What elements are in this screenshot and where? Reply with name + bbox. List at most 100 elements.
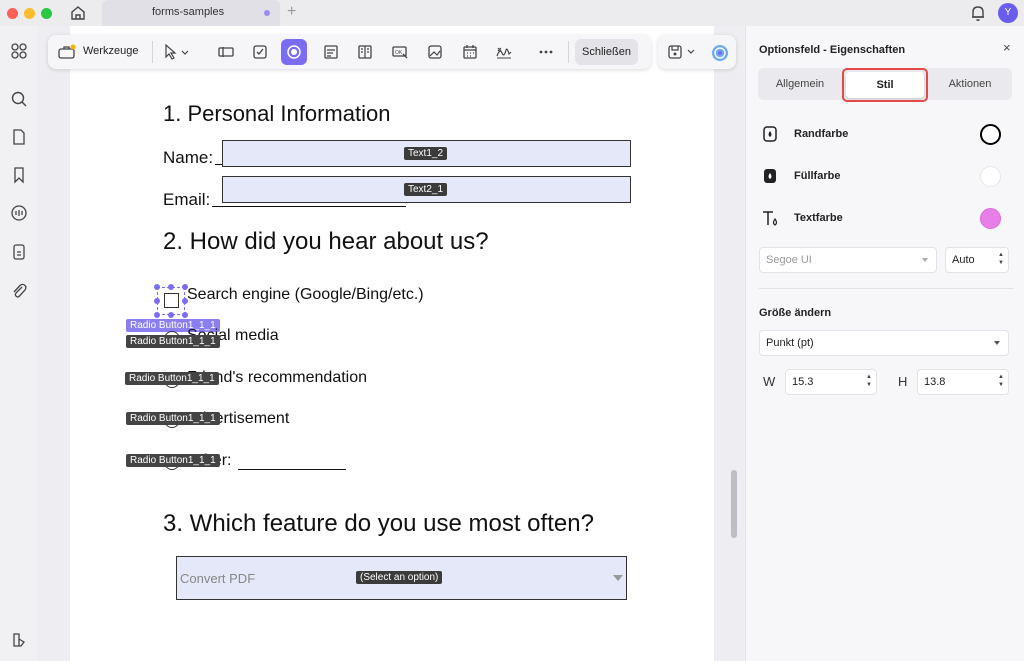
tools-button[interactable]: Werkzeuge [54, 39, 146, 65]
tab-stil[interactable]: Stil [846, 72, 924, 98]
font-size-value: Auto [952, 254, 975, 266]
section1-heading: 1. Personal Information [163, 101, 391, 126]
date-field-tool[interactable] [457, 39, 483, 65]
page-icon[interactable] [9, 127, 29, 147]
image-icon [428, 45, 442, 59]
height-input[interactable]: 13.8 ▲ ▼ [917, 369, 1009, 395]
new-tab-plus-icon[interactable]: + [287, 3, 296, 21]
height-value: 13.8 [924, 376, 946, 388]
bell-icon[interactable] [968, 3, 988, 23]
list-box-tool[interactable] [352, 39, 378, 65]
email-underline [212, 206, 406, 207]
width-input[interactable]: 15.3 ▲ ▼ [785, 369, 877, 395]
section3-heading: 3. Which feature do you use most often? [163, 510, 594, 537]
fill-color-label: Füllfarbe [794, 170, 841, 182]
close-form-editing-button[interactable]: Schließen [575, 39, 638, 65]
fill-color-row: Füllfarbe [759, 165, 1014, 189]
document-scrollbar[interactable] [731, 470, 737, 538]
tools-label: Werkzeuge [83, 45, 139, 57]
unit-value: Punkt (pt) [766, 337, 814, 349]
user-avatar[interactable]: Y [998, 3, 1018, 23]
minimize-window-button[interactable] [24, 8, 35, 19]
signature-tool[interactable] [491, 39, 517, 65]
height-label: H [898, 374, 908, 389]
stepper-arrows-icon[interactable]: ▲ ▼ [998, 251, 1004, 267]
text-field-icon [218, 47, 234, 57]
dropdown-value: Convert PDF [180, 571, 256, 586]
resize-section-label: Größe ändern [759, 307, 832, 319]
other-underline [238, 469, 346, 470]
width-label: W [763, 374, 776, 389]
width-value: 15.3 [792, 376, 814, 388]
ok-button-icon: OK [392, 46, 408, 59]
title-bar: forms-samples + Y [0, 0, 1024, 26]
more-icon [539, 50, 553, 54]
option4-field-tag: Radio Button1_1_1 [126, 412, 220, 425]
email-label: Email: [163, 190, 211, 209]
stepper-arrows-icon[interactable]: ▲ ▼ [998, 373, 1004, 389]
radio-button-icon [287, 45, 301, 59]
resize-handle[interactable] [154, 284, 160, 290]
comment-icon[interactable] [9, 203, 29, 223]
bookmark-icon[interactable] [9, 165, 29, 185]
font-size-stepper[interactable]: Auto ▲ ▼ [945, 247, 1009, 273]
save-icon [668, 45, 695, 59]
text-color-swatch[interactable] [980, 208, 1001, 229]
tab-allgemein[interactable]: Allgemein [758, 68, 842, 100]
border-color-icon [763, 126, 777, 142]
font-name: Segoe UI [766, 254, 812, 266]
resize-handle[interactable] [168, 312, 174, 318]
toolbox-icon [58, 44, 76, 59]
border-color-swatch[interactable] [980, 124, 1001, 145]
chevron-down-icon [922, 258, 928, 262]
panel-divider [759, 288, 1013, 289]
tab-aktionen[interactable]: Aktionen [928, 68, 1012, 100]
email-field-tag: Text2_1 [404, 183, 448, 196]
text-color-icon [763, 211, 778, 226]
search-icon[interactable] [9, 89, 29, 109]
panel-close-icon[interactable]: × [1003, 40, 1011, 55]
resize-handle[interactable] [154, 298, 160, 304]
maximize-window-button[interactable] [41, 8, 52, 19]
home-icon[interactable] [68, 3, 88, 23]
close-window-button[interactable] [7, 8, 18, 19]
select-pointer-button[interactable] [158, 39, 194, 65]
option1-radio-field[interactable] [164, 293, 179, 308]
image-field-tool[interactable] [422, 39, 448, 65]
unit-select[interactable]: Punkt (pt) [759, 330, 1009, 356]
tab-title: forms-samples [152, 6, 225, 18]
secondary-toolbar [658, 35, 736, 69]
fill-color-swatch[interactable] [980, 166, 1001, 187]
pointer-icon [165, 44, 189, 60]
text-field-tool[interactable] [213, 39, 239, 65]
button-tool[interactable]: OK [387, 39, 413, 65]
form-fields-icon[interactable] [9, 242, 29, 262]
save-menu-button[interactable] [662, 39, 702, 65]
stepper-arrows-icon[interactable]: ▲ ▼ [866, 373, 872, 389]
font-select[interactable]: Segoe UI [759, 247, 937, 273]
checkbox-tool[interactable] [247, 39, 273, 65]
fill-color-icon [764, 169, 776, 183]
ai-assistant-icon [712, 45, 728, 61]
option1-label: Search engine (Google/Bing/etc.) [187, 286, 424, 303]
resize-handle[interactable] [154, 312, 160, 318]
more-options-button[interactable] [533, 39, 559, 65]
document-tab[interactable]: forms-samples [102, 0, 280, 26]
panel-title: Optionsfeld - Eigenschaften [759, 44, 906, 56]
section2-heading: 2. How did you hear about us? [163, 228, 489, 255]
resize-handle[interactable] [168, 284, 174, 290]
dropdown-field-tag: (Select an option) [356, 571, 443, 584]
combo-box-tool[interactable] [318, 39, 344, 65]
checkbox-icon [253, 45, 267, 59]
signature-icon [496, 47, 512, 59]
grid-icon[interactable] [9, 41, 29, 61]
toolbar-divider [568, 41, 569, 63]
toolbar-divider [152, 41, 153, 63]
resize-handle[interactable] [182, 312, 188, 318]
layers-icon[interactable] [9, 630, 29, 650]
radio-button-tool[interactable] [281, 39, 307, 65]
attachment-icon[interactable] [9, 281, 29, 301]
border-color-label: Randfarbe [794, 128, 849, 140]
option5-field-tag: Radio Button1_1_1 [126, 454, 220, 467]
ai-assistant-button[interactable] [706, 39, 732, 65]
